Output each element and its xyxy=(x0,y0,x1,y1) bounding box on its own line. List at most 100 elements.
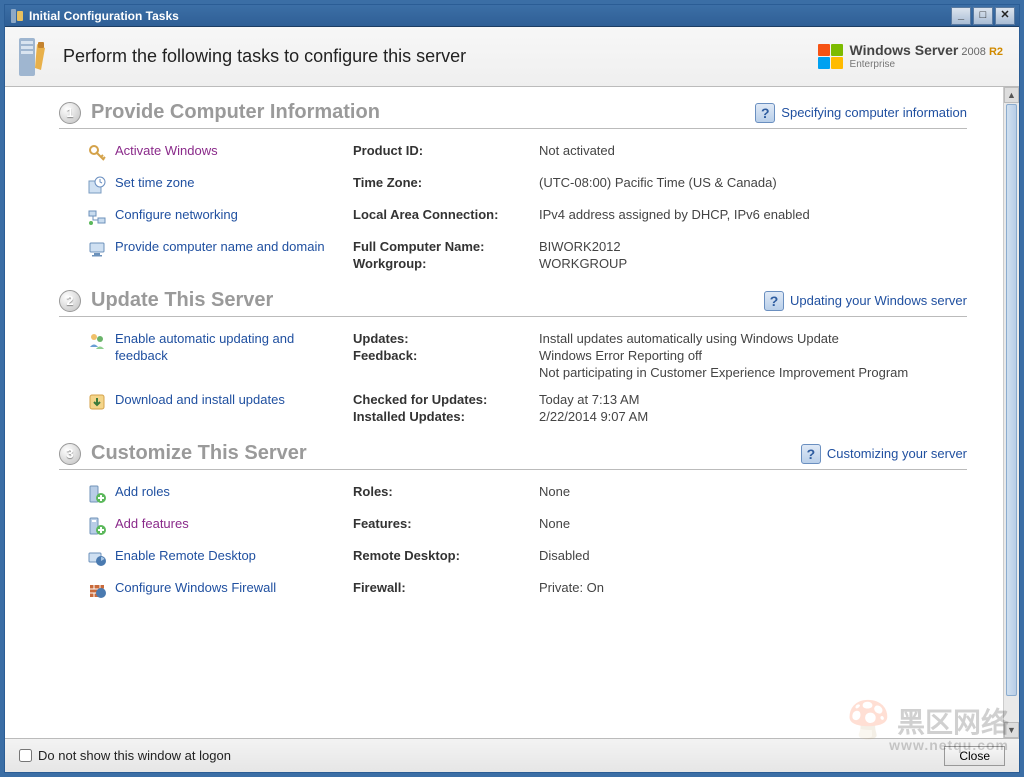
value-feedback-a: Windows Error Reporting off xyxy=(539,348,967,363)
task-row: Configure networking Local Area Connecti… xyxy=(59,201,967,233)
section-number-icon: 3 xyxy=(59,443,81,465)
add-features-icon xyxy=(87,516,107,536)
section-header: 3 Customize This Server ? Customizing yo… xyxy=(59,442,967,470)
label-features: Features: xyxy=(353,516,533,531)
section-title: Update This Server xyxy=(91,289,764,312)
download-updates-icon xyxy=(87,392,107,412)
page-title: Perform the following tasks to configure… xyxy=(63,46,818,67)
value-feedback-b: Not participating in Customer Experience… xyxy=(539,365,967,380)
maximize-button[interactable]: □ xyxy=(973,7,993,25)
auto-update-link[interactable]: Enable automatic updating and feedback xyxy=(115,331,347,365)
windows-logo-icon xyxy=(818,43,844,69)
download-updates-link[interactable]: Download and install updates xyxy=(115,392,285,409)
value-firewall: Private: On xyxy=(539,580,967,595)
computer-name-link[interactable]: Provide computer name and domain xyxy=(115,239,325,256)
app-icon xyxy=(9,8,25,24)
dont-show-checkbox[interactable] xyxy=(19,749,32,762)
computer-icon xyxy=(87,239,107,259)
firewall-link[interactable]: Configure Windows Firewall xyxy=(115,580,276,597)
add-roles-icon xyxy=(87,484,107,504)
configure-networking-link[interactable]: Configure networking xyxy=(115,207,238,224)
key-icon xyxy=(87,143,107,163)
set-timezone-link[interactable]: Set time zone xyxy=(115,175,195,192)
server-tower-icon xyxy=(13,37,53,77)
section-number-icon: 2 xyxy=(59,290,81,312)
value-installed: 2/22/2014 9:07 AM xyxy=(539,409,967,424)
task-row: Enable automatic updating and feedback U… xyxy=(59,325,967,386)
value-updates: Install updates automatically using Wind… xyxy=(539,331,967,346)
brand-text: Windows Server 2008 R2 Enterprise xyxy=(850,43,1003,69)
scroll-down-button[interactable]: ▼ xyxy=(1004,722,1019,738)
task-row: Add features Features: None xyxy=(59,510,967,542)
close-footer-button[interactable]: Close xyxy=(944,746,1005,766)
window-controls: _ □ ✕ xyxy=(951,7,1015,25)
content-area: 1 Provide Computer Information ? Specify… xyxy=(5,87,1003,738)
task-row: Set time zone Time Zone: (UTC-08:00) Pac… xyxy=(59,169,967,201)
section-help: ? Updating your Windows server xyxy=(764,291,967,311)
label-product-id: Product ID: xyxy=(353,143,533,158)
add-roles-link[interactable]: Add roles xyxy=(115,484,170,501)
dont-show-text: Do not show this window at logon xyxy=(38,748,231,763)
label-updates: Updates: xyxy=(353,331,533,346)
task-row: Download and install updates Checked for… xyxy=(59,386,967,430)
firewall-icon xyxy=(87,580,107,600)
label-feedback: Feedback: xyxy=(353,348,533,363)
label-lan: Local Area Connection: xyxy=(353,207,533,222)
dont-show-checkbox-label[interactable]: Do not show this window at logon xyxy=(19,748,231,763)
window-initial-config: Initial Configuration Tasks _ □ ✕ Perfor… xyxy=(4,4,1020,773)
label-workgroup: Workgroup: xyxy=(353,256,533,271)
value-product-id: Not activated xyxy=(539,143,967,158)
vertical-scrollbar[interactable]: ▲ ▼ xyxy=(1003,87,1019,738)
activate-windows-link[interactable]: Activate Windows xyxy=(115,143,218,160)
footer-bar: Do not show this window at logon Close xyxy=(5,738,1019,772)
help-icon[interactable]: ? xyxy=(801,444,821,464)
section-update-server: 2 Update This Server ? Updating your Win… xyxy=(59,289,967,430)
value-remote: Disabled xyxy=(539,548,967,563)
label-firewall: Firewall: xyxy=(353,580,533,595)
value-features: None xyxy=(539,516,967,531)
remote-desktop-link[interactable]: Enable Remote Desktop xyxy=(115,548,256,565)
task-row: Add roles Roles: None xyxy=(59,478,967,510)
value-roles: None xyxy=(539,484,967,499)
section-number-icon: 1 xyxy=(59,102,81,124)
body: 1 Provide Computer Information ? Specify… xyxy=(5,87,1019,738)
close-button[interactable]: ✕ xyxy=(995,7,1015,25)
minimize-button[interactable]: _ xyxy=(951,7,971,25)
add-features-link[interactable]: Add features xyxy=(115,516,189,533)
help-icon[interactable]: ? xyxy=(755,103,775,123)
value-checked: Today at 7:13 AM xyxy=(539,392,967,407)
window-title: Initial Configuration Tasks xyxy=(29,9,951,23)
section-customize-server: 3 Customize This Server ? Customizing yo… xyxy=(59,442,967,606)
help-icon[interactable]: ? xyxy=(764,291,784,311)
help-link-customizing[interactable]: Customizing your server xyxy=(827,446,967,461)
remote-desktop-icon xyxy=(87,548,107,568)
section-help: ? Customizing your server xyxy=(801,444,967,464)
section-provide-info: 1 Provide Computer Information ? Specify… xyxy=(59,101,967,277)
label-remote: Remote Desktop: xyxy=(353,548,533,563)
header-bar: Perform the following tasks to configure… xyxy=(5,27,1019,87)
task-row: Provide computer name and domain Full Co… xyxy=(59,233,967,277)
section-title: Provide Computer Information xyxy=(91,101,755,124)
label-installed: Installed Updates: xyxy=(353,409,533,424)
clock-icon xyxy=(87,175,107,195)
label-roles: Roles: xyxy=(353,484,533,499)
scroll-track[interactable] xyxy=(1004,104,1019,721)
section-title: Customize This Server xyxy=(91,442,801,465)
people-feedback-icon xyxy=(87,331,107,351)
titlebar[interactable]: Initial Configuration Tasks _ □ ✕ xyxy=(5,5,1019,27)
help-link-specifying[interactable]: Specifying computer information xyxy=(781,105,967,120)
section-help: ? Specifying computer information xyxy=(755,103,967,123)
task-row: Activate Windows Product ID: Not activat… xyxy=(59,137,967,169)
section-header: 1 Provide Computer Information ? Specify… xyxy=(59,101,967,129)
scroll-thumb[interactable] xyxy=(1006,104,1017,696)
brand-badge: Windows Server 2008 R2 Enterprise xyxy=(818,43,1003,69)
value-timezone: (UTC-08:00) Pacific Time (US & Canada) xyxy=(539,175,967,190)
task-row: Configure Windows Firewall Firewall: Pri… xyxy=(59,574,967,606)
section-header: 2 Update This Server ? Updating your Win… xyxy=(59,289,967,317)
scroll-up-button[interactable]: ▲ xyxy=(1004,87,1019,103)
label-full-name: Full Computer Name: xyxy=(353,239,533,254)
help-link-updating[interactable]: Updating your Windows server xyxy=(790,293,967,308)
network-icon xyxy=(87,207,107,227)
label-timezone: Time Zone: xyxy=(353,175,533,190)
value-workgroup: WORKGROUP xyxy=(539,256,967,271)
